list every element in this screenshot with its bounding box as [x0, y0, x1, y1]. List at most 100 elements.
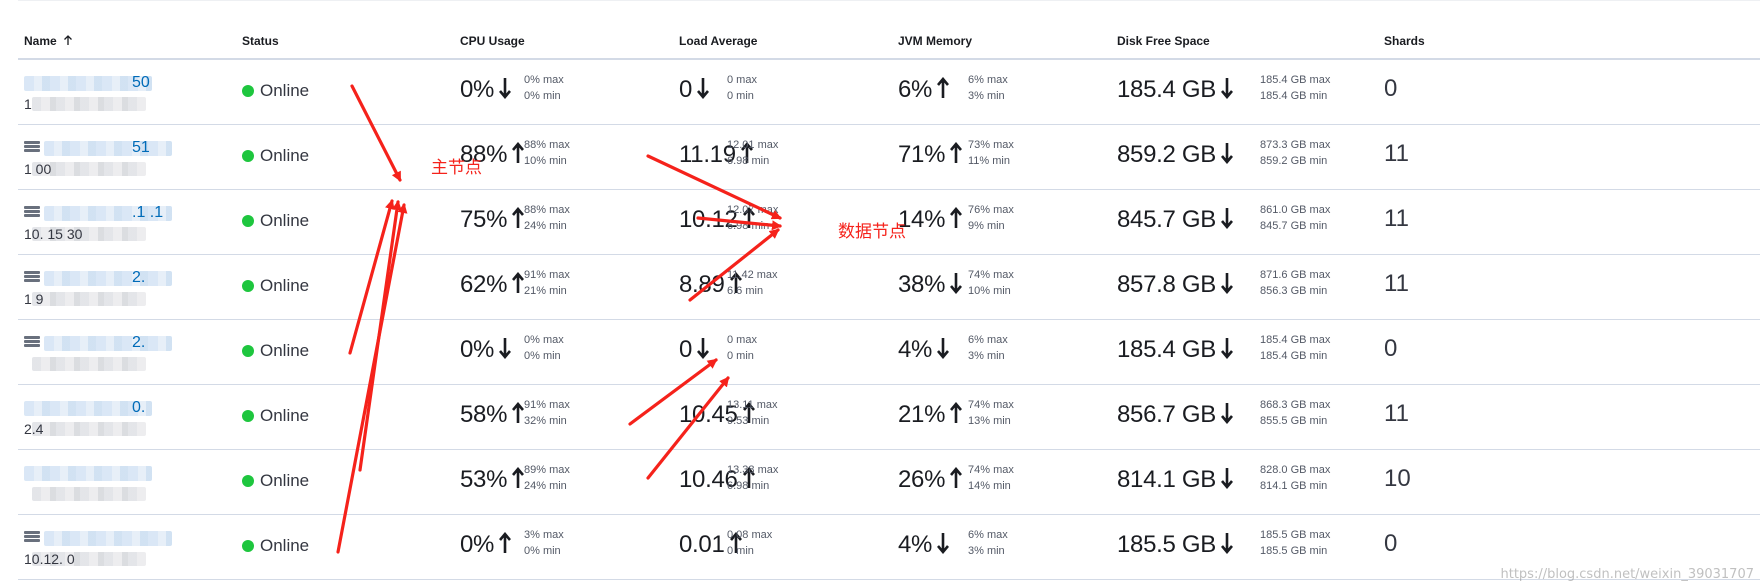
arrow-up-icon — [512, 466, 525, 495]
jvm-value-text: 71% — [898, 141, 946, 168]
disk-value-text: 856.7 GB — [1117, 401, 1217, 428]
table-row[interactable]: 50 1 Online 0% 0% max 0% min 0 0 max 0 min 6% 6% m… — [18, 60, 1760, 125]
jvm-min: 9% min — [968, 220, 1005, 232]
cpu-value: 62% — [460, 271, 525, 300]
jvm-max: 6% max — [968, 529, 1008, 541]
arrow-down-icon — [1221, 337, 1234, 365]
jvm-metric: 38% 74% max 10% min — [898, 255, 1108, 319]
jvm-value: 4% — [898, 336, 950, 365]
jvm-value-text: 6% — [898, 76, 933, 103]
disk-metric: 185.4 GB 185.4 GB max 185.4 GB min — [1117, 60, 1331, 124]
online-dot-icon — [242, 85, 254, 97]
column-header-cpu[interactable]: CPU Usage — [460, 34, 525, 48]
column-header-load[interactable]: Load Average — [679, 34, 757, 48]
disk-max: 828.0 GB max — [1260, 464, 1331, 476]
server-icon — [24, 531, 40, 544]
load-min: 0 min — [727, 545, 754, 557]
load-max: 11.42 max — [727, 269, 778, 281]
jvm-value: 21% — [898, 401, 963, 430]
load-value-text: 0 — [679, 336, 693, 363]
disk-value-text: 185.4 GB — [1117, 336, 1217, 363]
table-row[interactable]: 10.12. 0 Online 0% 3% max 0% min 0.01 0.08 max… — [18, 515, 1760, 580]
cpu-max: 88% max — [524, 139, 570, 151]
watermark: https://blog.csdn.net/weixin_39031707 — [1500, 567, 1754, 582]
cpu-min: 24% min — [524, 220, 567, 232]
status-cell: Online — [242, 125, 442, 189]
arrow-up-icon — [512, 206, 525, 235]
arrow-down-icon — [1221, 402, 1234, 430]
node-address: 1 — [24, 96, 184, 112]
node-name-link[interactable]: 2. — [24, 269, 184, 287]
cpu-value-text: 62% — [460, 271, 508, 298]
node-ip: 10. 15 30 — [24, 226, 83, 242]
table-row[interactable]: Online 53% 89% max 24% min 10.46 13.38 max 6.9… — [18, 450, 1760, 515]
table-row[interactable]: 0. 2.4 Online 58% 91% max 32% min 10.45 13.11 m… — [18, 385, 1760, 450]
disk-max: 185.4 GB max — [1260, 334, 1331, 346]
arrow-up-icon — [499, 531, 512, 560]
status-cell: Online — [242, 515, 442, 579]
column-header-disk[interactable]: Disk Free Space — [1117, 34, 1210, 48]
load-metric: 8.89 11.42 max 6.6 min — [679, 255, 889, 319]
redacted-block — [32, 487, 146, 501]
cpu-max: 88% max — [524, 204, 570, 216]
node-address — [24, 486, 184, 502]
node-address: 1 9 — [24, 291, 184, 307]
load-min: 9.53 min — [727, 415, 770, 427]
arrow-down-icon — [697, 337, 710, 365]
node-ip: 1 — [24, 96, 32, 112]
cpu-value: 0% — [460, 76, 512, 105]
disk-metric: 856.7 GB 868.3 GB max 855.5 GB min — [1117, 385, 1330, 449]
load-max: 13.11 max — [727, 399, 778, 411]
jvm-value-text: 21% — [898, 401, 946, 428]
disk-min: 859.2 GB min — [1260, 155, 1328, 167]
jvm-metric: 4% 6% max 3% min — [898, 320, 1108, 384]
node-name-cell: 2. — [18, 320, 228, 384]
status-cell: Online — [242, 450, 442, 514]
table-row[interactable]: 51 1 00 Online 88% 88% max 10% min 11.19 12.01 … — [18, 125, 1760, 190]
disk-max: 185.4 GB max — [1260, 74, 1331, 86]
arrow-up-icon[interactable] — [63, 35, 73, 49]
cpu-max: 89% max — [524, 464, 570, 476]
jvm-min: 13% min — [968, 415, 1011, 427]
node-name-link[interactable] — [24, 529, 184, 547]
node-name: 2. — [132, 269, 146, 286]
node-name-link[interactable]: 0. — [24, 399, 184, 417]
disk-min: 845.7 GB min — [1260, 220, 1328, 232]
redacted-block — [32, 292, 146, 306]
cpu-value-text: 0% — [460, 336, 495, 363]
status-text: Online — [260, 406, 310, 425]
status-badge: Online — [242, 471, 309, 491]
jvm-min: 14% min — [968, 480, 1011, 492]
column-header-jvm[interactable]: JVM Memory — [898, 34, 972, 48]
cpu-value-text: 75% — [460, 206, 508, 233]
load-metric: 10.46 13.38 max 6.98 min — [679, 450, 889, 514]
disk-value-text: 859.2 GB — [1117, 141, 1217, 168]
arrow-up-icon — [950, 141, 963, 170]
table-row[interactable]: 2. Online 0% 0% max 0% min 0 0 max 0 min 4% 6% ma… — [18, 320, 1760, 385]
arrow-down-icon — [1221, 467, 1234, 495]
shards-cell: 0 — [1384, 515, 1504, 579]
annotation-master-label: 主节点 — [431, 158, 482, 178]
column-header-name[interactable]: Name — [24, 34, 73, 49]
jvm-value-text: 26% — [898, 466, 946, 493]
column-header-shards[interactable]: Shards — [1384, 34, 1425, 48]
column-header-status[interactable]: Status — [242, 34, 279, 48]
disk-metric: 814.1 GB 828.0 GB max 814.1 GB min — [1117, 450, 1331, 514]
status-badge: Online — [242, 406, 309, 426]
node-name-link[interactable]: 50 — [24, 74, 184, 92]
server-icon — [24, 141, 40, 154]
node-name-link[interactable]: 2. — [24, 334, 184, 352]
jvm-min: 3% min — [968, 350, 1005, 362]
disk-value: 857.8 GB — [1117, 271, 1234, 300]
disk-metric: 185.5 GB 185.5 GB max 185.5 GB min — [1117, 515, 1330, 579]
node-name-link[interactable]: 51 — [24, 139, 184, 157]
table-row[interactable]: 2. 1 9 Online 62% 91% max 21% min 8.89 11.42 ma… — [18, 255, 1760, 320]
arrow-down-icon — [937, 532, 950, 560]
node-name-link[interactable]: .1 .1 — [24, 204, 184, 222]
disk-max: 861.0 GB max — [1260, 204, 1331, 216]
node-name-link[interactable] — [24, 464, 184, 482]
disk-metric: 859.2 GB 873.3 GB max 859.2 GB min — [1117, 125, 1330, 189]
redacted-block — [24, 466, 152, 481]
jvm-metric: 21% 74% max 13% min — [898, 385, 1108, 449]
cpu-value: 75% — [460, 206, 525, 235]
